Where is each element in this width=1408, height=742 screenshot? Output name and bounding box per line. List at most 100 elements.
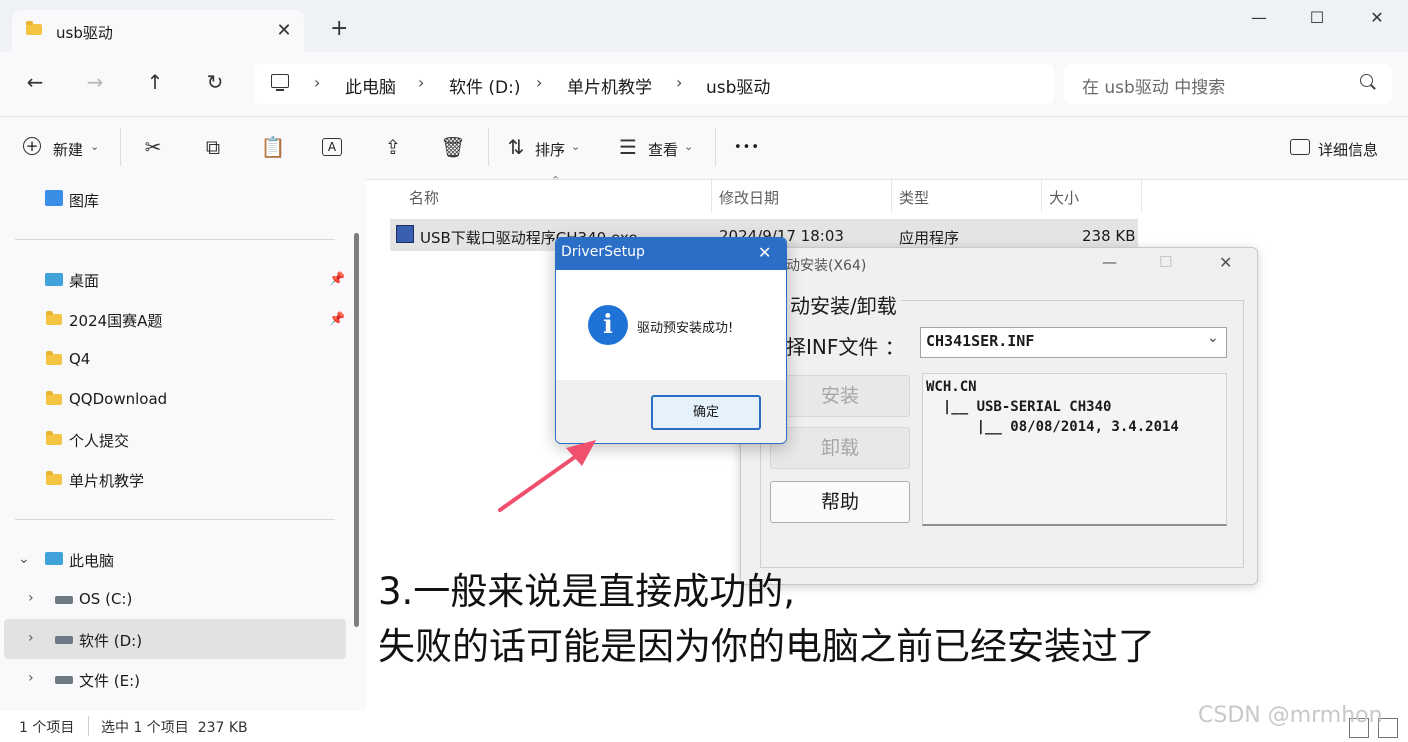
search-icon: [1360, 74, 1373, 87]
breadcrumb-sep: ›: [314, 73, 321, 92]
maximize-button[interactable]: ☐: [1302, 8, 1332, 27]
sidebar-item-drive-c[interactable]: OS (C:): [79, 590, 132, 608]
uninstall-button[interactable]: 卸载: [770, 427, 910, 469]
gallery-icon: [45, 190, 63, 206]
column-divider[interactable]: [1041, 180, 1042, 212]
sidebar-item-drive-e[interactable]: 文件 (E:): [79, 670, 140, 691]
install-close-button[interactable]: ✕: [1219, 253, 1232, 272]
breadcrumb-sep: ›: [536, 73, 543, 92]
message-close-button[interactable]: ✕: [758, 243, 771, 262]
folder-icon: [46, 391, 62, 405]
install-button[interactable]: 安装: [770, 375, 910, 417]
cut-icon[interactable]: ✂: [140, 136, 166, 158]
arrow-shaft: [498, 450, 584, 512]
new-tab-button[interactable]: +: [330, 18, 348, 40]
ok-button[interactable]: 确定: [651, 395, 761, 430]
driver-info-line: |__ 08/08/2014, 3.4.2014: [926, 419, 1179, 435]
driversetup-message-dialog: DriverSetup ✕ i 驱动预安装成功! 确定: [555, 237, 787, 444]
this-pc-icon: [45, 552, 63, 565]
view-button[interactable]: 查看: [648, 139, 678, 160]
column-size[interactable]: 大小: [1049, 187, 1079, 208]
exe-icon: [396, 225, 414, 243]
new-dropdown-icon[interactable]: ⌄: [90, 140, 99, 153]
new-button[interactable]: 新建: [53, 139, 83, 160]
inf-value: CH341SER.INF: [926, 332, 1035, 350]
sort-button[interactable]: 排序: [535, 139, 565, 160]
sidebar-divider: [15, 239, 335, 240]
view-dropdown-icon[interactable]: ⌄: [684, 140, 693, 153]
toolbar-divider: [488, 128, 489, 166]
help-button[interactable]: 帮助: [770, 481, 910, 523]
folder-icon: [26, 21, 42, 35]
drive-icon: [55, 636, 73, 644]
paste-icon[interactable]: 📋: [260, 136, 286, 158]
column-name[interactable]: 名称: [409, 187, 439, 208]
sidebar-item-folder[interactable]: 单片机教学: [69, 470, 144, 491]
sort-dropdown-icon[interactable]: ⌄: [571, 140, 580, 153]
pin-icon[interactable]: 📌: [329, 312, 345, 327]
back-button[interactable]: ←: [20, 70, 50, 94]
breadcrumb-sep: ›: [676, 73, 683, 92]
column-divider[interactable]: [711, 180, 712, 212]
expand-icon[interactable]: ›: [28, 670, 34, 686]
copy-icon[interactable]: ⧉: [200, 136, 226, 158]
forward-button[interactable]: →: [80, 70, 110, 94]
sidebar-item-desktop[interactable]: 桌面: [69, 270, 99, 291]
more-options-button[interactable]: •••: [734, 140, 760, 155]
column-divider[interactable]: [1141, 180, 1142, 212]
message-dialog-title: DriverSetup: [561, 244, 645, 260]
folder-icon: [46, 431, 62, 445]
sidebar-item-folder[interactable]: 个人提交: [69, 430, 129, 451]
sort-icon: ⇅: [507, 135, 525, 159]
desktop-icon: [45, 273, 63, 286]
breadcrumb-sep: ›: [418, 73, 425, 92]
refresh-button[interactable]: ↻: [200, 70, 230, 94]
breadcrumb-usb-driver[interactable]: usb驱动: [706, 73, 770, 98]
install-dialog-title: 动安装(X64): [786, 258, 867, 274]
delete-icon[interactable]: 🗑: [440, 136, 466, 158]
column-divider[interactable]: [891, 180, 892, 212]
search-input[interactable]: 在 usb驱动 中搜索: [1082, 73, 1225, 98]
close-window-button[interactable]: ✕: [1362, 8, 1392, 27]
view-icon: ☰: [619, 135, 637, 159]
tab-title: usb驱动: [56, 24, 113, 42]
breadcrumb-this-pc[interactable]: 此电脑: [345, 73, 396, 98]
install-maximize-button[interactable]: ☐: [1159, 253, 1172, 271]
sidebar-item-folder[interactable]: QQDownload: [69, 390, 167, 408]
folder-icon: [46, 351, 62, 365]
install-minimize-button[interactable]: —: [1102, 253, 1117, 271]
details-pane-icon: [1290, 139, 1310, 155]
annotation-line-2: 失败的话可能是因为你的电脑之前已经安装过了: [378, 625, 1155, 668]
close-tab-icon[interactable]: ✕: [274, 20, 294, 41]
expand-icon[interactable]: ›: [28, 630, 34, 646]
chevron-down-icon[interactable]: ⌄: [1207, 330, 1219, 346]
expand-icon[interactable]: ›: [28, 590, 34, 606]
folder-icon: [46, 471, 62, 485]
computer-icon-stand: [276, 89, 284, 91]
arrow-annotation: [498, 440, 596, 512]
pin-icon[interactable]: 📌: [329, 272, 345, 287]
driver-info-line: |__ USB-SERIAL CH340: [926, 399, 1112, 415]
rename-icon[interactable]: A: [322, 138, 342, 156]
sidebar-item-drive-d[interactable]: 软件 (D:): [79, 630, 142, 651]
sidebar-item-folder[interactable]: Q4: [69, 350, 90, 368]
sidebar-divider: [15, 519, 335, 520]
minimize-button[interactable]: —: [1244, 8, 1274, 27]
status-divider: [88, 716, 89, 736]
column-type[interactable]: 类型: [899, 187, 929, 208]
new-icon: +: [23, 137, 41, 155]
breadcrumb-drive-d[interactable]: 软件 (D:): [449, 73, 521, 98]
sidebar-item-folder[interactable]: 2024国赛A题: [69, 310, 162, 331]
collapse-icon[interactable]: ⌄: [18, 551, 30, 567]
sidebar-scrollbar[interactable]: [354, 233, 359, 627]
breadcrumb-teaching[interactable]: 单片机教学: [567, 73, 652, 98]
sidebar-item-gallery[interactable]: 图库: [69, 190, 99, 211]
details-button[interactable]: 详细信息: [1318, 139, 1378, 160]
drive-icon: [55, 596, 73, 604]
share-icon[interactable]: ⇪: [380, 136, 406, 158]
up-button[interactable]: ↑: [140, 70, 170, 94]
column-modified[interactable]: 修改日期: [719, 187, 779, 208]
toolbar-divider: [120, 128, 121, 166]
driver-info-text: WCH.CN |__ USB-SERIAL CH340 |__ 08/08/20…: [926, 377, 1222, 437]
sidebar-item-this-pc[interactable]: 此电脑: [69, 550, 114, 571]
